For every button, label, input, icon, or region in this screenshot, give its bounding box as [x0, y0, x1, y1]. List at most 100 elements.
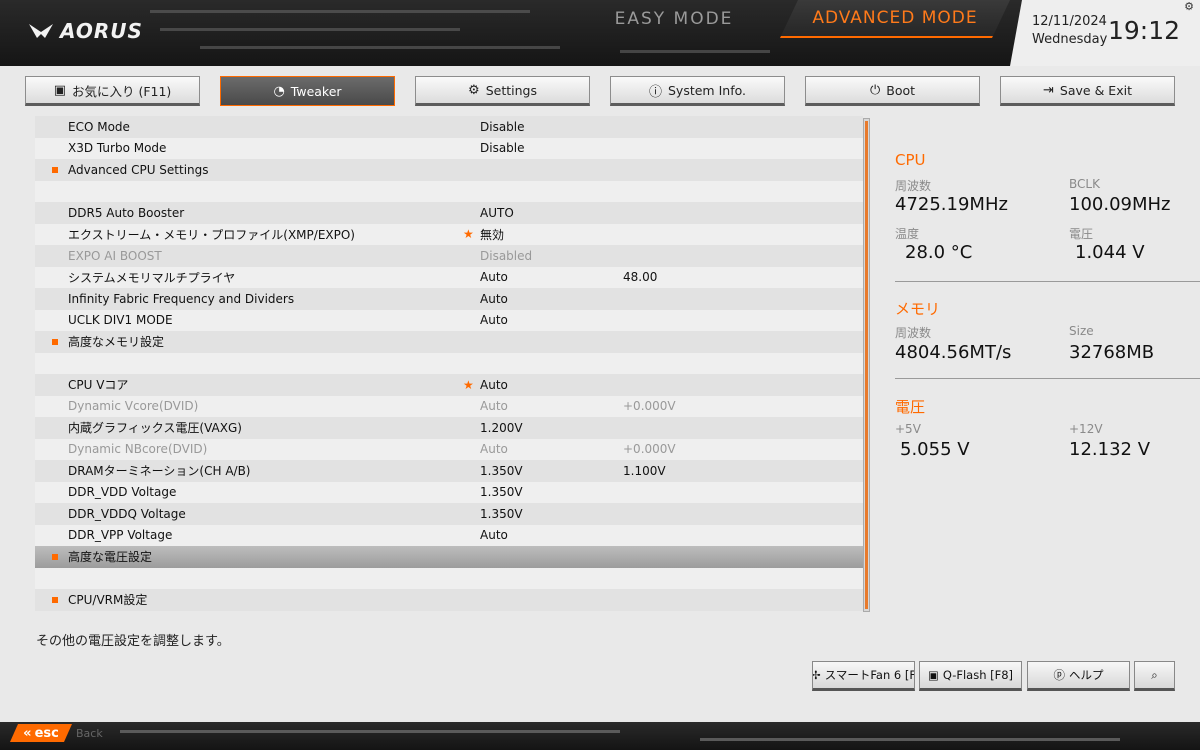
setting-row[interactable]: DRAMターミネーション(CH A/B) 1.350V 1.100V: [35, 460, 863, 482]
setting-value[interactable]: Auto: [480, 442, 508, 456]
setting-row[interactable]: CPU/VRM設定: [35, 589, 863, 611]
tab-label: Settings: [485, 82, 537, 98]
cpu-freq-value: 4725.19MHz: [895, 194, 1008, 215]
favorite-star-icon[interactable]: ★: [463, 227, 474, 241]
datetime-panel: 12/11/2024 Wednesday 19:12 ⚙: [1010, 0, 1200, 66]
top-header: AORUS EASY MODE ADVANCED MODE 12/11/2024…: [0, 0, 1200, 66]
setting-name: UCLK DIV1 MODE: [68, 313, 173, 328]
setting-value[interactable]: Auto: [480, 292, 508, 306]
tab-favorites[interactable]: ▣ お気に入り (F11): [25, 76, 200, 106]
scrollbar-thumb[interactable]: [865, 121, 868, 609]
cpu-temp-value: 28.0 °C: [905, 242, 973, 263]
setting-secondary-value: +0.000V: [623, 442, 676, 457]
help-icon: ⓟ: [1053, 668, 1066, 682]
advanced-mode-button[interactable]: ADVANCED MODE: [780, 0, 1010, 38]
list-scrollbar[interactable]: [863, 118, 870, 612]
easy-mode-button[interactable]: EASY MODE: [560, 0, 788, 38]
search-icon: ⌕: [1151, 667, 1158, 682]
fan-icon: ✢: [812, 668, 821, 682]
setting-row[interactable]: エクストリーム・メモリ・プロファイル(XMP/EXPO) ★ 無効: [35, 223, 863, 245]
tab-save-exit[interactable]: ⇥ Save & Exit: [1000, 76, 1175, 106]
help-label: ヘルプ: [1069, 668, 1104, 682]
setting-row[interactable]: EXPO AI BOOST Disabled: [35, 245, 863, 267]
clock-text: 19:12: [1108, 16, 1181, 45]
setting-value[interactable]: Auto: [480, 378, 508, 392]
setting-value[interactable]: 1.350V: [480, 464, 523, 478]
setting-row[interactable]: Dynamic NBcore(DVID) Auto +0.000V: [35, 438, 863, 460]
setting-value[interactable]: 1.200V: [480, 421, 523, 435]
setting-row[interactable]: 高度なメモリ設定: [35, 331, 863, 353]
setting-value[interactable]: Disable: [480, 141, 525, 155]
setting-value[interactable]: Auto: [480, 399, 508, 413]
tab-tweaker[interactable]: ◔ Tweaker: [220, 76, 395, 106]
smart-fan-button[interactable]: ✢ スマートFan 6 [F: [812, 661, 915, 691]
q-flash-label: Q-Flash [F8]: [942, 668, 1014, 682]
tab-boot[interactable]: ⏻ Boot: [805, 76, 980, 106]
setting-row[interactable]: システムメモリマルチプライヤ Auto 48.00: [35, 266, 863, 288]
settings-gear-icon[interactable]: ⚙: [1184, 0, 1194, 13]
memory-section-title: メモリ: [895, 300, 941, 318]
esc-button[interactable]: « esc: [10, 724, 72, 742]
cpu-freq-label: 周波数: [895, 179, 932, 193]
setting-name: Dynamic Vcore(DVID): [68, 399, 199, 414]
setting-value[interactable]: AUTO: [480, 206, 514, 220]
cpu-volt-value: 1.044 V: [1075, 242, 1145, 263]
aorus-logo: AORUS: [28, 16, 143, 46]
bottom-bar: [0, 722, 1200, 750]
falcon-icon: [29, 24, 53, 38]
setting-name: エクストリーム・メモリ・プロファイル(XMP/EXPO): [68, 227, 355, 242]
setting-row[interactable]: Advanced CPU Settings: [35, 159, 863, 181]
setting-row[interactable]: X3D Turbo Mode Disable: [35, 137, 863, 159]
setting-row[interactable]: DDR_VDD Voltage 1.350V: [35, 481, 863, 503]
search-button[interactable]: ⌕: [1134, 661, 1175, 691]
power-icon: ⏻: [869, 82, 881, 98]
decor-streak: [700, 738, 1120, 741]
bclk-value: 100.09MHz: [1069, 194, 1171, 215]
tab-label: Boot: [886, 82, 916, 98]
hardware-monitor-panel: CPU 周波数 4725.19MHz BCLK 100.09MHz 温度 28.…: [880, 116, 1200, 616]
tab-label: お気に入り (F11): [71, 83, 172, 99]
setting-value[interactable]: Auto: [480, 270, 508, 284]
setting-row[interactable]: CPU Vコア ★ Auto: [35, 374, 863, 396]
q-flash-button[interactable]: ▣ Q-Flash [F8]: [919, 661, 1022, 691]
favorite-star-icon[interactable]: ★: [463, 378, 474, 392]
panel-divider: [895, 281, 1200, 282]
setting-row[interactable]: DDR5 Auto Booster AUTO: [35, 202, 863, 224]
exit-icon: ⇥: [1043, 82, 1054, 98]
setting-value[interactable]: Auto: [480, 313, 508, 327]
setting-row[interactable]: DDR_VPP Voltage Auto: [35, 524, 863, 546]
setting-name: DDR_VDD Voltage: [68, 485, 177, 500]
settings-list: ECO Mode Disable X3D Turbo Mode Disable Adva…: [35, 116, 863, 614]
decor-streak: [160, 28, 460, 31]
setting-value[interactable]: 無効: [480, 226, 504, 243]
mem-size-value: 32768MB: [1069, 342, 1155, 363]
tab-label: Tweaker: [290, 83, 342, 99]
setting-value[interactable]: Disable: [480, 120, 525, 134]
help-description: その他の電圧設定を調整します。: [36, 634, 230, 649]
setting-value[interactable]: 1.350V: [480, 485, 523, 499]
panel-divider: [895, 378, 1200, 379]
tab-system-info[interactable]: ⓘ System Info.: [610, 76, 785, 106]
setting-name: 内蔵グラフィックス電圧(VAXG): [68, 421, 242, 436]
setting-row[interactable]: Infinity Fabric Frequency and Dividers Au…: [35, 288, 863, 310]
setting-name: ECO Mode: [68, 119, 130, 134]
bclk-label: BCLK: [1069, 177, 1100, 191]
setting-row[interactable]: 内蔵グラフィックス電圧(VAXG) 1.200V: [35, 417, 863, 439]
separator-row: [35, 352, 863, 374]
tab-settings[interactable]: ⚙ Settings: [415, 76, 590, 106]
setting-value[interactable]: Disabled: [480, 249, 532, 263]
v12-label: +12V: [1069, 422, 1103, 436]
setting-name: DRAMターミネーション(CH A/B): [68, 464, 251, 479]
v12-value: 12.132 V: [1069, 439, 1151, 460]
setting-row[interactable]: ECO Mode Disable: [35, 116, 863, 138]
setting-name: X3D Turbo Mode: [68, 141, 167, 156]
mem-freq-value: 4804.56MT/s: [895, 342, 1012, 363]
q-flash-icon: ▣: [927, 668, 939, 682]
setting-row[interactable]: 高度な電圧設定: [35, 546, 863, 568]
help-button[interactable]: ⓟ ヘルプ: [1027, 661, 1130, 691]
setting-row[interactable]: Dynamic Vcore(DVID) Auto +0.000V: [35, 395, 863, 417]
setting-row[interactable]: UCLK DIV1 MODE Auto: [35, 309, 863, 331]
setting-value[interactable]: Auto: [480, 528, 508, 542]
setting-value[interactable]: 1.350V: [480, 507, 523, 521]
setting-row[interactable]: DDR_VDDQ Voltage 1.350V: [35, 503, 863, 525]
